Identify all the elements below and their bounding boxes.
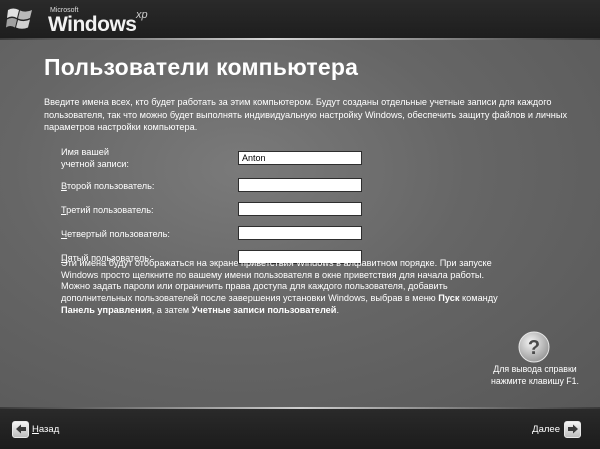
next-button[interactable]: Далее xyxy=(532,419,581,439)
control-panel-term: Панель управления xyxy=(61,304,152,315)
top-bar: Microsoft Windows xp xyxy=(0,0,600,38)
second-user-input[interactable] xyxy=(238,178,362,192)
account-name-label-line2: учетной записи: xyxy=(61,158,129,169)
fourth-user-label: Четвертый пользователь: xyxy=(61,229,170,241)
intro-line: пользователя, так что можно будет выполн… xyxy=(44,109,568,120)
account-name-input[interactable] xyxy=(238,151,362,165)
info-line5-mid: , а затем xyxy=(151,304,192,315)
next-arrow-icon[interactable] xyxy=(564,420,581,438)
info-line4-pre: дополнительных пользователей после завер… xyxy=(61,293,439,304)
info-line: дополнительных пользователей после завер… xyxy=(61,293,511,305)
info-line: Можно задать пароли или ограничить права… xyxy=(61,281,448,292)
third-user-label-text: ретий пользователь: xyxy=(66,205,154,215)
help-hint-line: Для вывода справки xyxy=(493,364,577,374)
bottom-bar: Назад Далее xyxy=(0,409,600,449)
info-line: Панель управления, а затем Учетные запис… xyxy=(61,305,511,317)
svg-text:?: ? xyxy=(528,337,540,359)
third-user-label: Третий пользователь: xyxy=(61,205,154,217)
question-icon[interactable]: ? xyxy=(518,331,550,363)
back-accel: Н xyxy=(32,423,39,435)
intro-line: Введите имена всех, кто будет работать з… xyxy=(44,97,552,107)
help-hint: Для вывода справки нажмите клавишу F1. xyxy=(480,364,590,387)
back-button[interactable]: Назад xyxy=(12,419,59,439)
start-menu-term: Пуск xyxy=(438,293,460,304)
fourth-user-input[interactable] xyxy=(238,226,362,240)
account-name-label: Имя вашей учетной записи: xyxy=(61,147,129,170)
next-label: Далее xyxy=(532,423,560,435)
info-line: Эти имена будут отображаться на экране п… xyxy=(61,258,492,268)
second-user-label-text: торой пользователь: xyxy=(66,181,155,191)
fourth-user-label-text: етвертый пользователь: xyxy=(67,229,170,239)
windows-flag-icon xyxy=(6,8,32,29)
main-panel: Пользователи компьютера Введите имена вс… xyxy=(0,40,600,407)
info-line5-end: . xyxy=(336,304,339,315)
intro-line: параметров настройки компьютера. xyxy=(44,122,198,132)
help-hint-line: нажмите клавишу F1. xyxy=(490,375,580,386)
user-accounts-term: Учетные записи пользователей xyxy=(191,304,337,315)
account-name-label-line1: Имя вашей xyxy=(61,147,109,157)
page-title: Пользователи компьютера xyxy=(44,54,359,80)
info-line: Windows просто щелкните по вашему имени … xyxy=(61,269,485,280)
logo-xp-text: xp xyxy=(136,9,148,21)
info-line4-post: команду xyxy=(459,293,498,304)
back-label: азад xyxy=(38,423,60,435)
intro-text: Введите имена всех, кто будет работать з… xyxy=(44,96,568,134)
info-text: Эти имена будут отображаться на экране п… xyxy=(61,258,511,317)
logo-windows-text: Windows xyxy=(48,13,137,36)
second-user-label: Второй пользователь: xyxy=(61,181,155,193)
third-user-input[interactable] xyxy=(238,202,362,216)
windows-xp-logo: Microsoft Windows xp xyxy=(6,3,176,36)
back-arrow-icon[interactable] xyxy=(12,420,29,438)
